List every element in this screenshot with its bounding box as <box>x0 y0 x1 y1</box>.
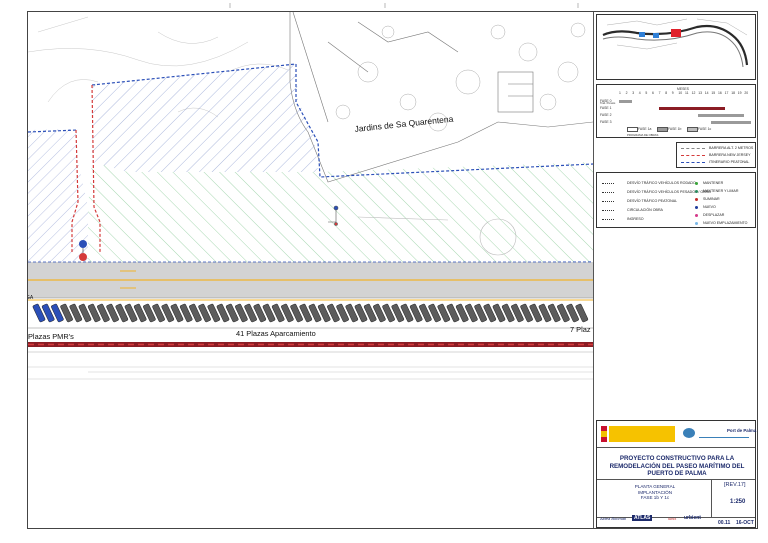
schedule-month: 3 <box>632 91 635 95</box>
logo-urbient: urbient <box>684 515 701 521</box>
route-arrow-icon <box>602 192 614 193</box>
schedule-month: 16 <box>718 91 722 95</box>
schedule-month: 13 <box>698 91 702 95</box>
signal-status-label: MANTENER Y LIMAR <box>703 189 739 193</box>
signal-status-label: NUEVO <box>703 205 716 209</box>
revision: [REV.17] <box>724 482 746 488</box>
schedule-legend-label: FASE 1c <box>698 126 712 131</box>
signal-status-icon <box>695 182 698 185</box>
schedule-legend-label: FASE 1b <box>668 126 682 131</box>
schedule-bar <box>711 121 751 124</box>
divider <box>597 447 755 448</box>
schedule-bar <box>619 100 633 103</box>
barrier-label: ITINERARIO PEATONAL <box>709 160 750 164</box>
schedule-month: 10 <box>678 91 683 95</box>
schedule-box: MESES 1 2 3 4 5 6 7 8 9 10 11 12 13 14 15 16 17 18 19 20 FA… <box>596 84 756 138</box>
signal-status-icon <box>695 206 698 209</box>
ministry-logo-icon <box>609 426 675 442</box>
port-wave-icon <box>699 434 749 438</box>
route-arrow-icon <box>602 183 614 184</box>
parking-label-right: 7 Plaz <box>570 325 591 334</box>
logo-atlas: ATLAS <box>632 515 653 521</box>
plan-name: PLANTA GENERAL IMPLANTACIÓN FASE 1b Y 1c <box>600 484 710 501</box>
contractor-logos: Aldea Bonmati ATLAS iunix urbient <box>600 514 712 526</box>
schedule-month: 19 <box>737 91 742 95</box>
barrier-line-icon <box>681 148 705 149</box>
signal-status-label: DESPLAZAR <box>703 213 725 217</box>
plan-view[interactable]: Jardins de Sa Quarentena GA Plazas PMR's… <box>28 12 593 528</box>
schedule-month: 14 <box>704 91 709 95</box>
route-arrow-icon <box>602 201 614 202</box>
barrier-line-icon <box>681 162 705 163</box>
schedule-legend-swatch <box>687 127 698 132</box>
schedule-bar <box>658 107 725 110</box>
date: 16-OCT <box>736 520 754 526</box>
schedule-legend-label: FASE 1a <box>638 126 652 131</box>
schedule-legend-swatch <box>627 127 638 132</box>
barrier-label: BARRERA ALT. 2 METROS <box>709 146 754 150</box>
barrier-legend: BARRERA ALT. 2 METROS BARRERA NEW JERSEY I… <box>676 142 756 168</box>
plan-phase-line: FASE 1b Y 1c <box>640 495 670 501</box>
signal-status-label: NUEVO EMPLAZAMIENTO <box>703 221 748 225</box>
schedule-month: 17 <box>724 91 729 95</box>
scale: 1:250 <box>730 499 746 505</box>
schedule-month: 6 <box>652 91 654 95</box>
route-arrow-icon <box>602 219 614 220</box>
traffic-legend-label: CIRCULACIÓN OBRA <box>627 208 663 212</box>
schedule-legend-swatch <box>657 127 668 132</box>
flag-band <box>601 431 607 437</box>
traffic-legend-label: DESVÍO TRÁFICO VEHÍCULOS PESADOS / OBRA <box>627 190 711 194</box>
pmr-parking-label: Plazas PMR's <box>28 332 74 341</box>
barrier-label: BARRERA NEW JERSEY <box>709 153 751 157</box>
divider <box>597 479 755 480</box>
signal-status-icon <box>695 222 698 225</box>
schedule-month: 20 <box>744 91 749 95</box>
barrier-line-icon <box>681 155 705 156</box>
signal-status-label: SUMINAR <box>703 197 720 201</box>
schedule-month: 5 <box>645 91 648 95</box>
schedule-bar <box>698 114 745 117</box>
signal-status-icon <box>695 198 698 201</box>
key-map-drawing <box>602 18 749 68</box>
schedule-phase-label: FASE 2 <box>600 113 612 117</box>
sign-icon <box>79 240 87 248</box>
logo-iunix: iunix <box>668 516 677 521</box>
drawing-sheet: Jardins de Sa Quarentena GA Plazas PMR's… <box>0 0 768 543</box>
schedule-phase-sub: Trab. Previos <box>600 102 616 105</box>
logo-aldea: Aldea Bonmati <box>600 516 627 521</box>
sheet-number: 00.11 <box>718 520 731 526</box>
port-authority-icon <box>683 428 695 438</box>
key-map[interactable] <box>596 14 756 80</box>
ga-label: GA <box>28 295 34 301</box>
stop-sign-icon <box>79 253 87 261</box>
schedule-month: 9 <box>671 91 674 95</box>
route-arrow-icon <box>602 210 614 211</box>
schedule-month: 15 <box>711 91 716 95</box>
schedule-month: 8 <box>665 91 668 95</box>
schedule-month: 11 <box>685 91 689 95</box>
project-title: PROYECTO CONSTRUCTIVO PARA LA REMODELACI… <box>609 455 745 478</box>
schedule-month: 1 <box>619 91 621 95</box>
schedule-phase-label: FASE 3 <box>600 120 612 124</box>
schedule-month: 18 <box>731 91 735 95</box>
parking-count-label: 41 Plazas Aparcamiento <box>236 329 316 338</box>
schedule-legend-sub: PROGRAMA DE OBRAS <box>627 133 659 137</box>
signal-status-icon <box>695 214 698 217</box>
schedule-phase-label: FASE 1 <box>600 106 612 110</box>
signal-status-icon <box>695 190 698 193</box>
traffic-legend-label: DESVÍO TRÁFICO PEATONAL <box>627 199 678 203</box>
divider <box>711 479 712 517</box>
port-name: Port de Palma <box>727 428 757 433</box>
schedule-month: 7 <box>658 91 661 95</box>
traffic-legend-label: DESVÍO TRÁFICO VEHÍCULOS RODADO <box>627 181 696 185</box>
traffic-legend-label: INGRESO <box>627 217 644 221</box>
traffic-legend: DESVÍO TRÁFICO VEHÍCULOS RODADO DESVÍO TR… <box>596 172 756 228</box>
signal-status-label: MANTENER <box>703 181 724 185</box>
schedule-month: 4 <box>638 91 641 95</box>
plan-drawing <box>28 12 593 380</box>
schedule-month: 2 <box>625 91 628 95</box>
schedule-month: 12 <box>691 91 696 95</box>
